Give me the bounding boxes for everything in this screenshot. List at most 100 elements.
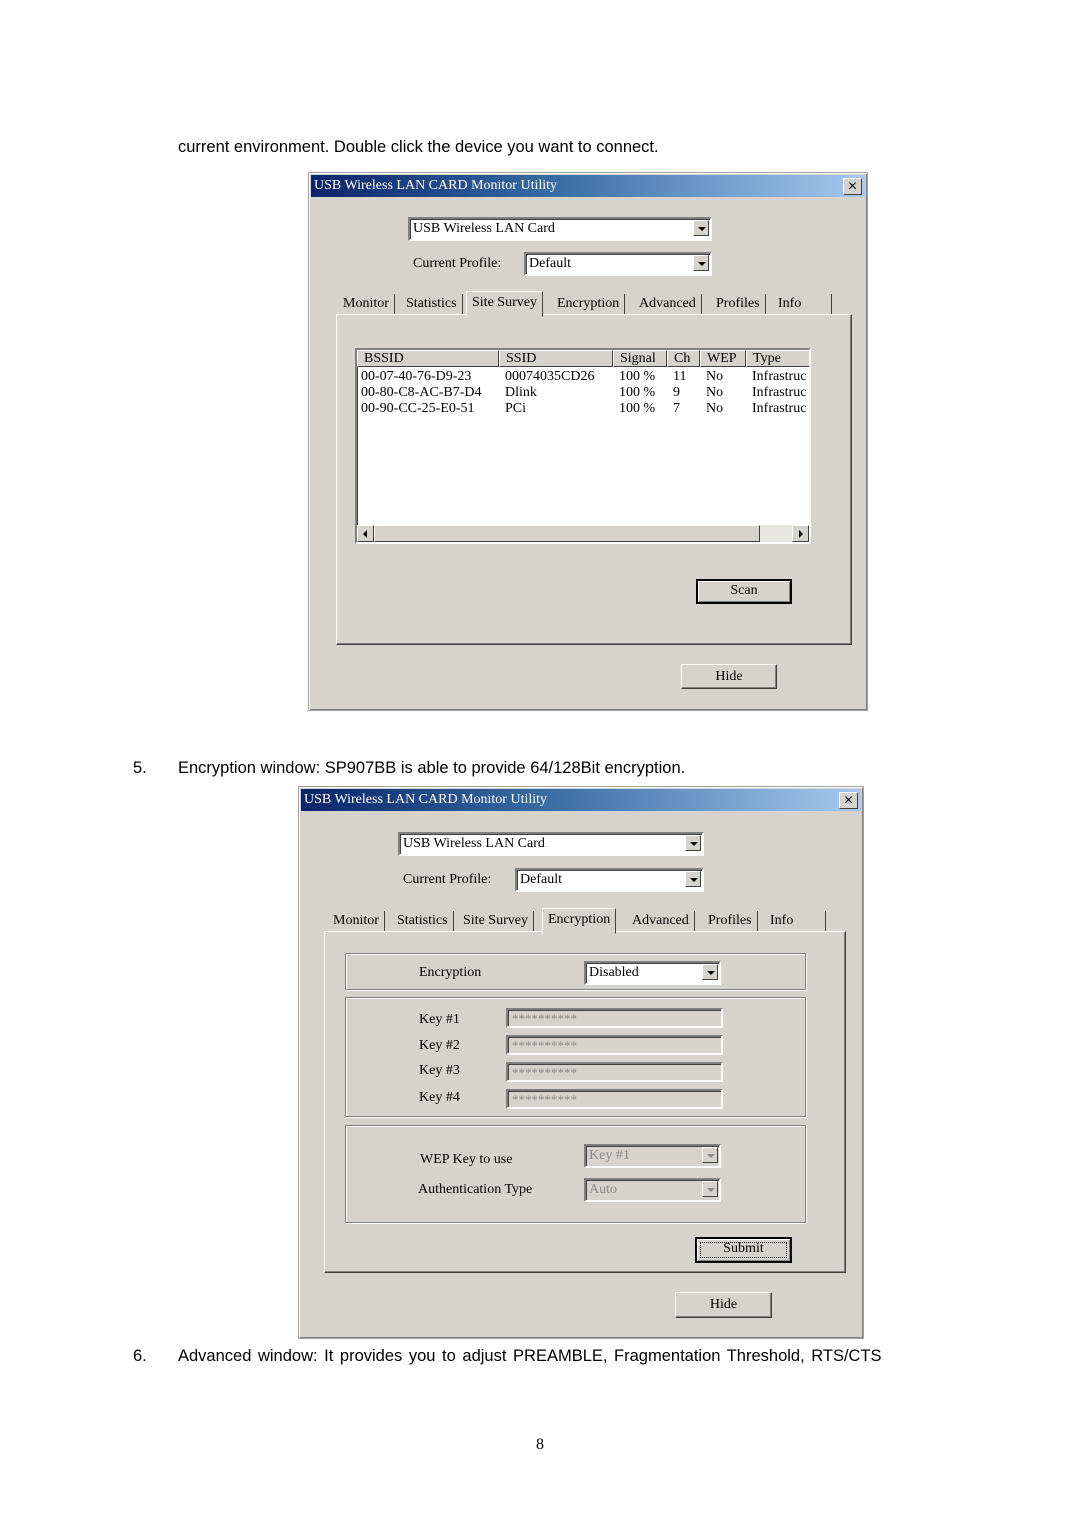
device-select-value: USB Wireless LAN Card (403, 836, 545, 851)
tab-statistics[interactable]: Statistics (401, 294, 463, 314)
scroll-left-icon[interactable] (357, 525, 374, 542)
intro-text: current environment. Double click the de… (178, 138, 659, 156)
tab-site-survey[interactable]: Site Survey (458, 911, 534, 931)
title-bar: USB Wireless LAN CARD Monitor Utility ✕ (301, 789, 861, 811)
encryption-group (345, 953, 806, 990)
tab-info[interactable]: Info (773, 294, 832, 314)
title-bar: USB Wireless LAN CARD Monitor Utility ✕ (311, 175, 865, 197)
cell-signal: 100 % (619, 401, 656, 416)
window-title: USB Wireless LAN CARD Monitor Utility (314, 178, 558, 193)
step5-text: Encryption window: SP907BB is able to pr… (178, 759, 686, 777)
chevron-down-icon[interactable] (702, 964, 718, 980)
tab-encryption[interactable]: Encryption (552, 294, 626, 314)
key3-input[interactable]: ********** (506, 1062, 723, 1082)
profile-select-value: Default (529, 256, 571, 271)
encryption-select-value: Disabled (589, 965, 639, 980)
hide-button[interactable]: Hide (681, 664, 777, 689)
cell-signal: 100 % (619, 369, 656, 384)
tab-site-survey[interactable]: Site Survey (466, 291, 543, 317)
wep-key-to-use-label: WEP Key to use (420, 1152, 513, 1167)
cell-bssid: 00-80-C8-AC-B7-D4 (361, 385, 482, 400)
key1-label: Key #1 (419, 1012, 460, 1027)
device-select[interactable]: USB Wireless LAN Card (408, 217, 712, 241)
authentication-type-label: Authentication Type (418, 1182, 533, 1197)
chevron-down-icon[interactable] (702, 1181, 718, 1197)
page-number: 8 (536, 1436, 544, 1453)
step-number: 5. (133, 759, 147, 777)
monitor-utility-window-site-survey: USB Wireless LAN CARD Monitor Utility ✕ … (308, 172, 868, 711)
tab-advanced[interactable]: Advanced (634, 294, 702, 314)
key1-input[interactable]: ********** (506, 1008, 723, 1028)
table-row[interactable]: 00-07-40-76-D9-23 00074035CD26 100 % 11 … (357, 369, 809, 385)
step6-text: Advanced window: It provides you to adju… (178, 1347, 882, 1365)
chevron-down-icon[interactable] (693, 220, 709, 236)
cell-wep: No (706, 369, 724, 384)
tab-monitor[interactable]: Monitor (328, 911, 385, 931)
profile-select[interactable]: Default (515, 868, 704, 892)
tab-encryption[interactable]: Encryption (542, 908, 617, 934)
tab-monitor[interactable]: Monitor (338, 294, 395, 314)
column-header-type[interactable]: Type (746, 350, 809, 367)
key2-input[interactable]: ********** (506, 1035, 723, 1055)
column-header-ssid[interactable]: SSID (499, 350, 613, 367)
tab-advanced[interactable]: Advanced (627, 911, 695, 931)
monitor-utility-window-encryption: USB Wireless LAN CARD Monitor Utility ✕ … (298, 786, 864, 1339)
hide-button[interactable]: Hide (675, 1292, 772, 1318)
chevron-down-icon[interactable] (685, 871, 701, 887)
window-title: USB Wireless LAN CARD Monitor Utility (304, 792, 548, 807)
horizontal-scrollbar[interactable] (357, 525, 809, 542)
close-icon[interactable]: ✕ (843, 178, 862, 195)
chevron-down-icon[interactable] (685, 835, 701, 851)
cell-channel: 11 (673, 369, 687, 384)
key1-value: ********** (512, 1011, 577, 1026)
device-select-value: USB Wireless LAN Card (413, 221, 555, 236)
cell-bssid: 00-90-CC-25-E0-51 (361, 401, 475, 416)
encryption-label: Encryption (419, 965, 482, 980)
tab-profiles[interactable]: Profiles (711, 294, 766, 314)
scrollbar-thumb[interactable] (374, 525, 760, 542)
step-number: 6. (133, 1347, 147, 1365)
column-header-bssid[interactable]: BSSID (357, 350, 499, 367)
column-header-channel[interactable]: Ch (667, 350, 700, 367)
table-row[interactable]: 00-80-C8-AC-B7-D4 Dlink 100 % 9 No Infra… (357, 385, 809, 401)
cell-wep: No (706, 385, 724, 400)
key3-value: ********** (512, 1065, 577, 1080)
cell-ssid: Dlink (505, 385, 537, 400)
wep-options-group (345, 1125, 806, 1223)
key4-input[interactable]: ********** (506, 1089, 723, 1109)
key2-label: Key #2 (419, 1038, 460, 1053)
table-row[interactable]: 00-90-CC-25-E0-51 PCi 100 % 7 No Infrast… (357, 401, 809, 417)
wep-key-select-value: Key #1 (589, 1148, 630, 1163)
scroll-right-icon[interactable] (792, 525, 809, 542)
current-profile-label: Current Profile: (413, 256, 502, 271)
encryption-select[interactable]: Disabled (584, 961, 721, 985)
profile-select-value: Default (520, 872, 562, 887)
site-survey-list[interactable]: BSSID SSID Signal Ch WEP Type 00-07-40-7… (355, 348, 811, 544)
tab-info[interactable]: Info (765, 911, 826, 931)
tab-strip: Monitor Statistics Site Survey Encryptio… (328, 908, 828, 934)
profile-select[interactable]: Default (524, 252, 712, 276)
cell-ssid: 00074035CD26 (505, 369, 595, 384)
column-header-wep[interactable]: WEP (700, 350, 746, 367)
device-select[interactable]: USB Wireless LAN Card (398, 832, 704, 856)
tab-profiles[interactable]: Profiles (703, 911, 758, 931)
key4-value: ********** (512, 1092, 577, 1107)
cell-type: Infrastruc (752, 385, 807, 400)
column-header-signal[interactable]: Signal (613, 350, 667, 367)
tab-statistics[interactable]: Statistics (392, 911, 454, 931)
key3-label: Key #3 (419, 1063, 460, 1078)
scan-button[interactable]: Scan (696, 579, 792, 604)
current-profile-label: Current Profile: (403, 872, 492, 887)
focus-ring (700, 1242, 787, 1258)
submit-button[interactable]: Submit (695, 1237, 792, 1263)
chevron-down-icon[interactable] (702, 1147, 718, 1163)
close-icon[interactable]: ✕ (839, 792, 858, 809)
tab-strip: Monitor Statistics Site Survey Encryptio… (338, 291, 832, 317)
wep-key-select[interactable]: Key #1 (584, 1144, 721, 1168)
cell-type: Infrastruc (752, 369, 807, 384)
cell-channel: 9 (673, 385, 680, 400)
cell-wep: No (706, 401, 724, 416)
authentication-type-select[interactable]: Auto (584, 1178, 721, 1202)
cell-signal: 100 % (619, 385, 656, 400)
chevron-down-icon[interactable] (693, 255, 709, 271)
